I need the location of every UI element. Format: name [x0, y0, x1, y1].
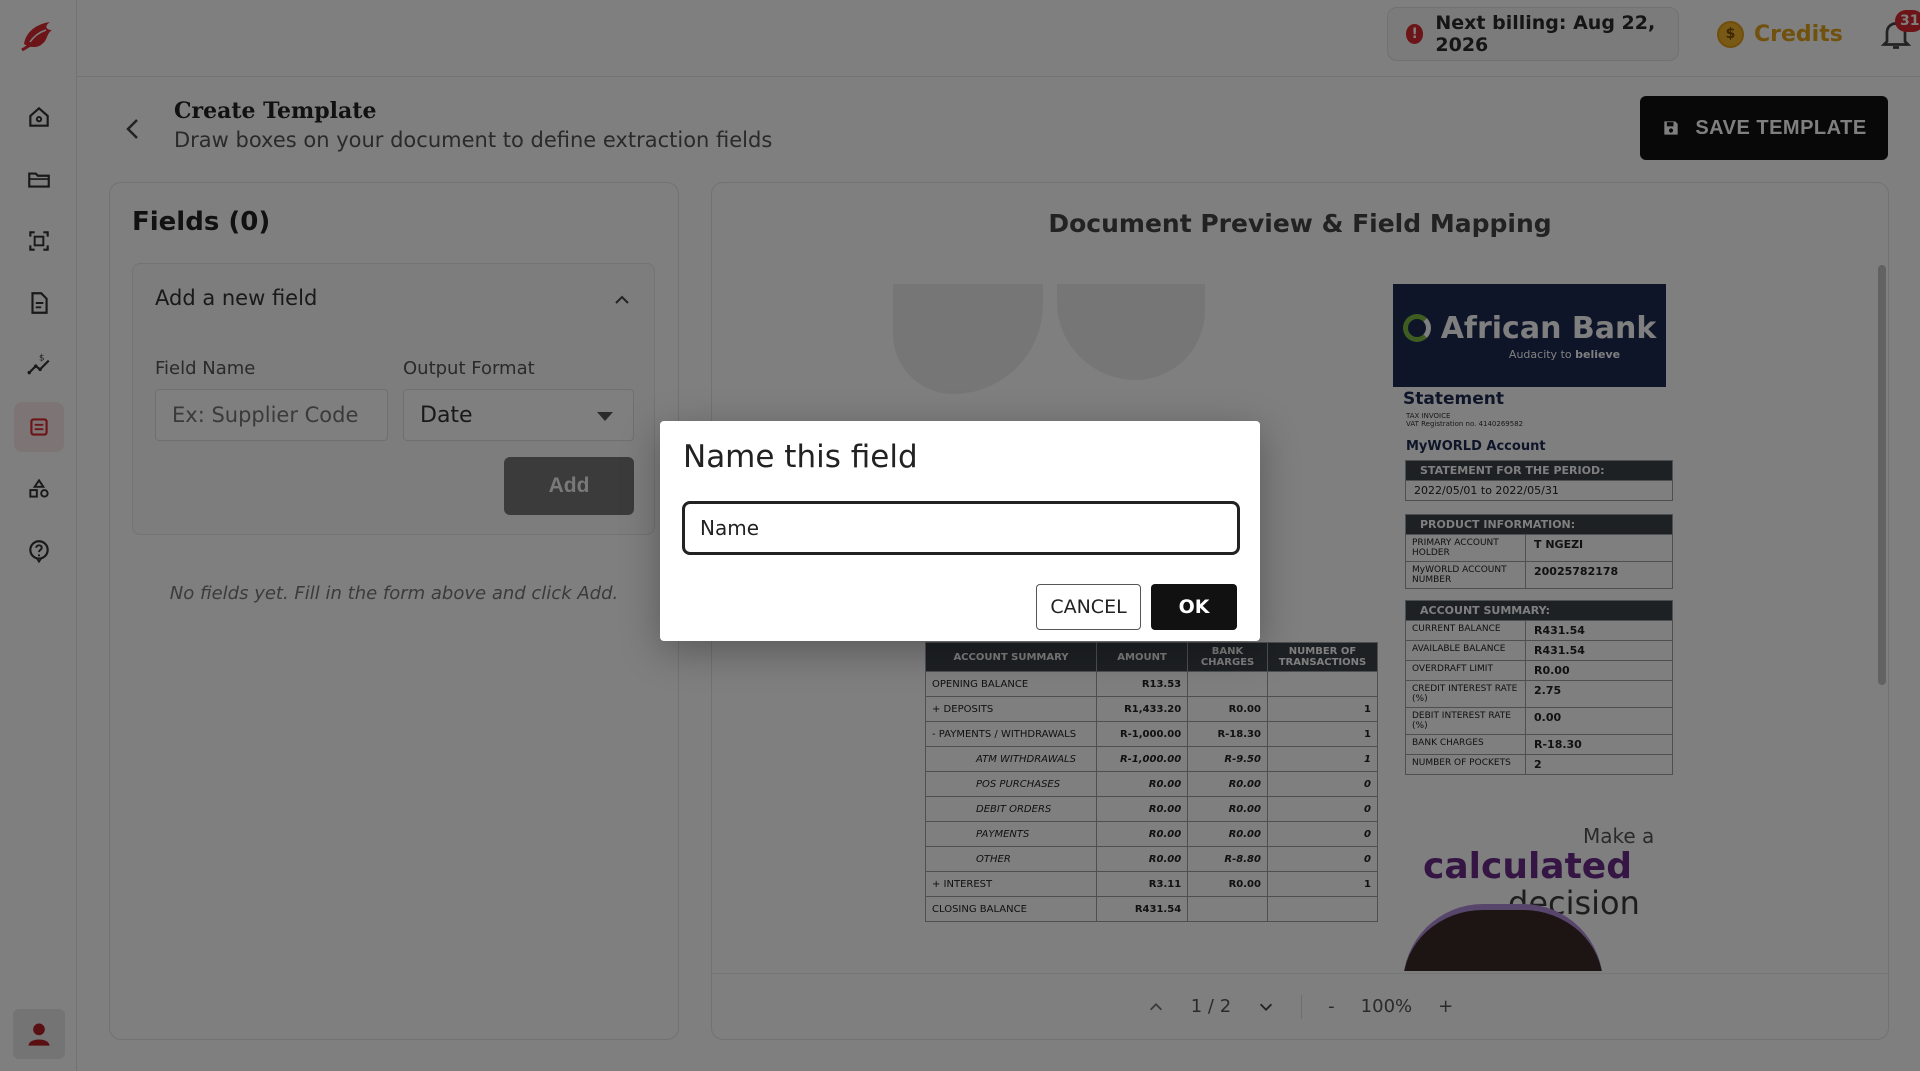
cancel-button[interactable]: CANCEL: [1036, 584, 1141, 630]
ok-button[interactable]: OK: [1151, 584, 1237, 630]
name-field-dialog: Name this field CANCEL OK: [660, 421, 1260, 641]
field-name-dialog-input[interactable]: [682, 501, 1240, 555]
dialog-title: Name this field: [683, 439, 918, 475]
